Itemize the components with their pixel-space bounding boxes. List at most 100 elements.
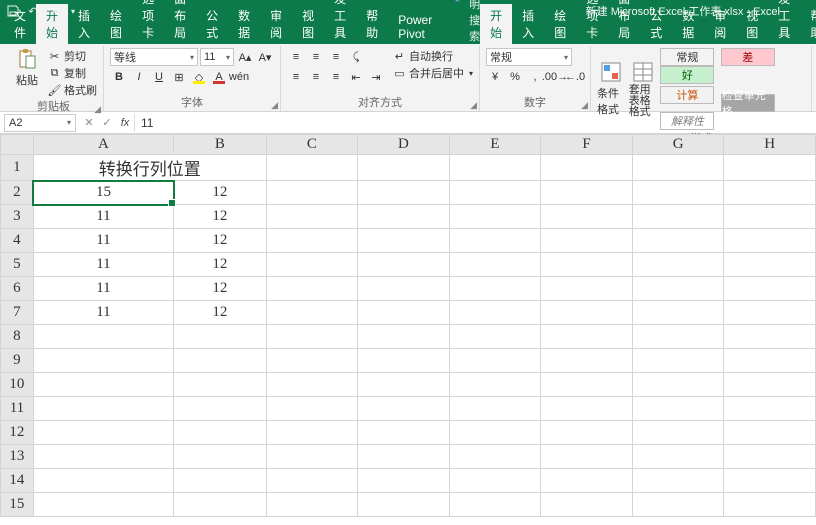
cell-C14[interactable] bbox=[266, 469, 358, 493]
cell-B2[interactable]: 12 bbox=[174, 181, 267, 205]
cell-E4[interactable] bbox=[449, 229, 541, 253]
cell-A8[interactable] bbox=[33, 325, 173, 349]
cell-C15[interactable] bbox=[266, 493, 358, 517]
cell-C11[interactable] bbox=[266, 397, 358, 421]
cell-D7[interactable] bbox=[358, 301, 450, 325]
cell-E13[interactable] bbox=[449, 445, 541, 469]
border-icon[interactable]: ⊞ bbox=[170, 68, 188, 86]
cell-H14[interactable] bbox=[724, 469, 816, 493]
row-header-9[interactable]: 9 bbox=[1, 349, 34, 373]
row-header-14[interactable]: 14 bbox=[1, 469, 34, 493]
conditional-format-button[interactable]: 条件格式 bbox=[597, 61, 625, 117]
wrap-text-button[interactable]: ↵自动换行 bbox=[393, 48, 473, 64]
cell-A11[interactable] bbox=[33, 397, 173, 421]
cell-F7[interactable] bbox=[541, 301, 633, 325]
cell-C8[interactable] bbox=[266, 325, 358, 349]
cell-H8[interactable] bbox=[724, 325, 816, 349]
cell-F2[interactable] bbox=[541, 181, 633, 205]
cell-D12[interactable] bbox=[358, 421, 450, 445]
cell-G14[interactable] bbox=[632, 469, 724, 493]
cell-G9[interactable] bbox=[632, 349, 724, 373]
cell-D4[interactable] bbox=[358, 229, 450, 253]
font-name-combo[interactable]: 等线▾ bbox=[110, 48, 198, 66]
redo-icon[interactable]: ↷ bbox=[46, 4, 60, 18]
cell-B3[interactable]: 12 bbox=[174, 205, 267, 229]
cell-C1[interactable] bbox=[266, 155, 358, 181]
cancel-icon[interactable]: ✕ bbox=[80, 116, 98, 129]
cell-D8[interactable] bbox=[358, 325, 450, 349]
cell-G6[interactable] bbox=[632, 277, 724, 301]
cell-E5[interactable] bbox=[449, 253, 541, 277]
row-header-7[interactable]: 7 bbox=[1, 301, 34, 325]
cell-C2[interactable] bbox=[266, 181, 358, 205]
phonetic-icon[interactable]: wén bbox=[230, 68, 248, 86]
cell-H2[interactable] bbox=[724, 181, 816, 205]
cell-H4[interactable] bbox=[724, 229, 816, 253]
col-header-B[interactable]: B bbox=[174, 135, 267, 155]
cell-C6[interactable] bbox=[266, 277, 358, 301]
fx-icon[interactable]: fx bbox=[116, 117, 134, 129]
cell-D15[interactable] bbox=[358, 493, 450, 517]
merge-center-button[interactable]: ▭合并后居中▾ bbox=[393, 65, 473, 81]
cell-B14[interactable] bbox=[174, 469, 267, 493]
row-header-8[interactable]: 8 bbox=[1, 325, 34, 349]
cell-H12[interactable] bbox=[724, 421, 816, 445]
cell-B4[interactable]: 12 bbox=[174, 229, 267, 253]
align-right-icon[interactable]: ≡ bbox=[327, 68, 345, 86]
cell-E15[interactable] bbox=[449, 493, 541, 517]
fill-color-icon[interactable]: ◇ bbox=[190, 68, 208, 86]
format-painter-button[interactable]: 🖌格式刷 bbox=[48, 82, 97, 98]
cell-F14[interactable] bbox=[541, 469, 633, 493]
cell-A12[interactable] bbox=[33, 421, 173, 445]
cell-H5[interactable] bbox=[724, 253, 816, 277]
cell-H1[interactable] bbox=[724, 155, 816, 181]
cell-G4[interactable] bbox=[632, 229, 724, 253]
cell-C13[interactable] bbox=[266, 445, 358, 469]
row-header-6[interactable]: 6 bbox=[1, 277, 34, 301]
align-center-icon[interactable]: ≡ bbox=[307, 68, 325, 86]
undo-icon[interactable]: ↶ bbox=[26, 4, 40, 18]
col-header-D[interactable]: D bbox=[358, 135, 450, 155]
cell-G7[interactable] bbox=[632, 301, 724, 325]
cell-A2[interactable]: 15 bbox=[33, 181, 173, 205]
cell-A13[interactable] bbox=[33, 445, 173, 469]
cell-F15[interactable] bbox=[541, 493, 633, 517]
align-bottom-icon[interactable]: ≡ bbox=[327, 48, 345, 66]
italic-icon[interactable]: I bbox=[130, 68, 148, 86]
align-left-icon[interactable]: ≡ bbox=[287, 68, 305, 86]
col-header-E[interactable]: E bbox=[449, 135, 541, 155]
cell-G5[interactable] bbox=[632, 253, 724, 277]
cell-A4[interactable]: 11 bbox=[33, 229, 173, 253]
cell-E3[interactable] bbox=[449, 205, 541, 229]
decrease-decimal-icon[interactable]: ←.0 bbox=[566, 68, 584, 86]
style-checkcell[interactable]: 检查单元格 bbox=[721, 94, 775, 112]
row-header-11[interactable]: 11 bbox=[1, 397, 34, 421]
underline-icon[interactable]: U bbox=[150, 68, 168, 86]
indent-decrease-icon[interactable]: ⇤ bbox=[347, 68, 365, 86]
dialog-launcher-icon[interactable]: ◢ bbox=[94, 104, 101, 115]
cell-D3[interactable] bbox=[358, 205, 450, 229]
cell-D6[interactable] bbox=[358, 277, 450, 301]
cell-D11[interactable] bbox=[358, 397, 450, 421]
save-icon[interactable] bbox=[6, 4, 20, 18]
dialog-launcher-icon[interactable]: ◢ bbox=[470, 100, 477, 111]
row-header-1[interactable]: 1 bbox=[1, 155, 34, 181]
select-all-corner[interactable] bbox=[1, 135, 34, 155]
cell-B5[interactable]: 12 bbox=[174, 253, 267, 277]
cell-E1[interactable] bbox=[449, 155, 541, 181]
cell-C7[interactable] bbox=[266, 301, 358, 325]
dialog-launcher-icon[interactable]: ◢ bbox=[581, 100, 588, 111]
cell-G8[interactable] bbox=[632, 325, 724, 349]
cell-D2[interactable] bbox=[358, 181, 450, 205]
cell-D13[interactable] bbox=[358, 445, 450, 469]
cell-B15[interactable] bbox=[174, 493, 267, 517]
row-header-4[interactable]: 4 bbox=[1, 229, 34, 253]
col-header-G[interactable]: G bbox=[632, 135, 724, 155]
cell-C10[interactable] bbox=[266, 373, 358, 397]
cell-C9[interactable] bbox=[266, 349, 358, 373]
cell-F1[interactable] bbox=[541, 155, 633, 181]
style-bad[interactable]: 差 bbox=[721, 48, 775, 66]
col-header-H[interactable]: H bbox=[724, 135, 816, 155]
grow-font-icon[interactable]: A▴ bbox=[236, 48, 254, 66]
col-header-F[interactable]: F bbox=[541, 135, 633, 155]
